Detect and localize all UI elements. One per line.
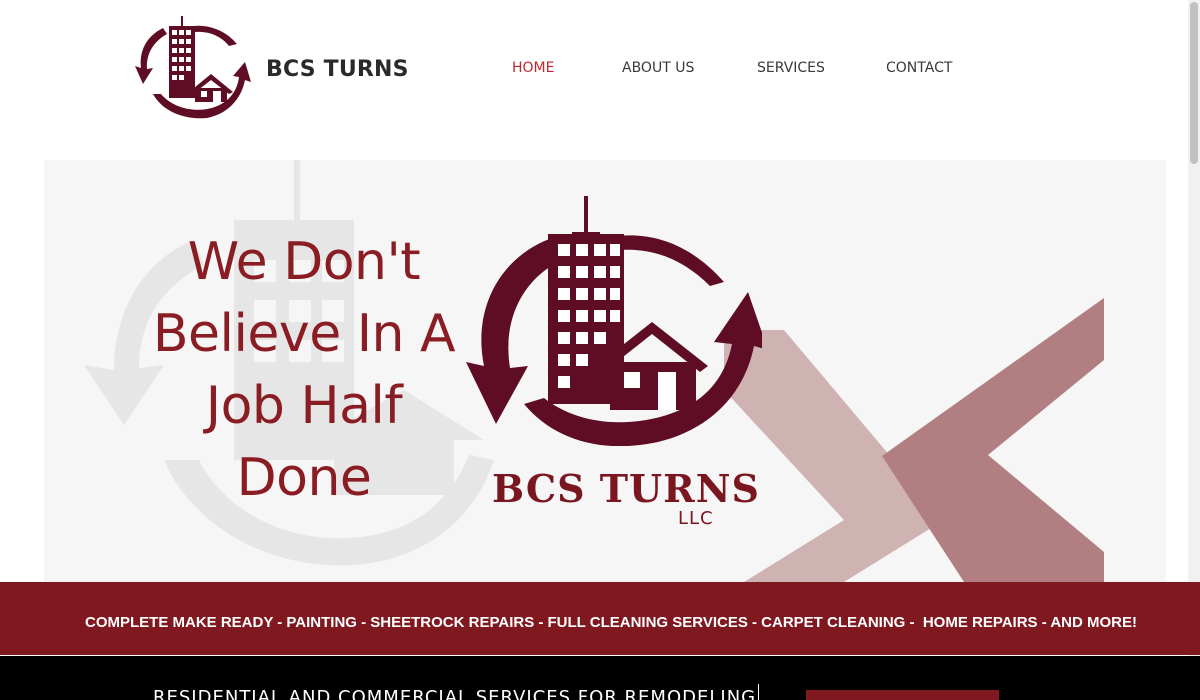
scrollbar-thumb[interactable] xyxy=(1190,2,1198,164)
hero-logo-suffix: LLC xyxy=(678,508,714,529)
nav-item-contact[interactable]: CONTACT xyxy=(886,60,952,76)
nav-item-about-us[interactable]: ABOUT US xyxy=(622,60,694,76)
info-band: RESIDENTIAL AND COMMERCIAL SERVICES FOR … xyxy=(0,656,1200,700)
brand-name[interactable]: BCS TURNS xyxy=(266,57,409,82)
hero-tagline: We Don't Believe In A Job Half Done xyxy=(149,226,459,514)
hero-logo-icon xyxy=(466,196,762,446)
hero-tagline-line: We Don't xyxy=(187,232,421,292)
building-house-arrows-logo-icon[interactable] xyxy=(133,14,253,122)
info-band-text: RESIDENTIAL AND COMMERCIAL SERVICES FOR … xyxy=(153,687,757,700)
services-banner-text: COMPLETE MAKE READY - PAINTING - SHEETRO… xyxy=(85,614,1137,631)
nav-item-home[interactable]: HOME xyxy=(512,60,554,76)
info-band-divider xyxy=(758,684,759,700)
nav-item-services[interactable]: SERVICES xyxy=(757,60,825,76)
hero-tagline-line: Believe In A xyxy=(152,304,456,364)
site-header: BCS TURNS HOME ABOUT US SERVICES CONTACT xyxy=(0,0,1188,150)
chevron-dark-shape xyxy=(882,298,1104,582)
hero-tagline-line: Job Half xyxy=(205,376,403,436)
services-banner: COMPLETE MAKE READY - PAINTING - SHEETRO… xyxy=(0,582,1200,655)
info-band-button[interactable] xyxy=(806,690,999,700)
hero-logo-brand: BCS TURNS xyxy=(492,466,760,511)
hero-banner: We Don't Believe In A Job Half Done BCS … xyxy=(44,160,1166,582)
hero-tagline-line: Done xyxy=(236,448,372,508)
